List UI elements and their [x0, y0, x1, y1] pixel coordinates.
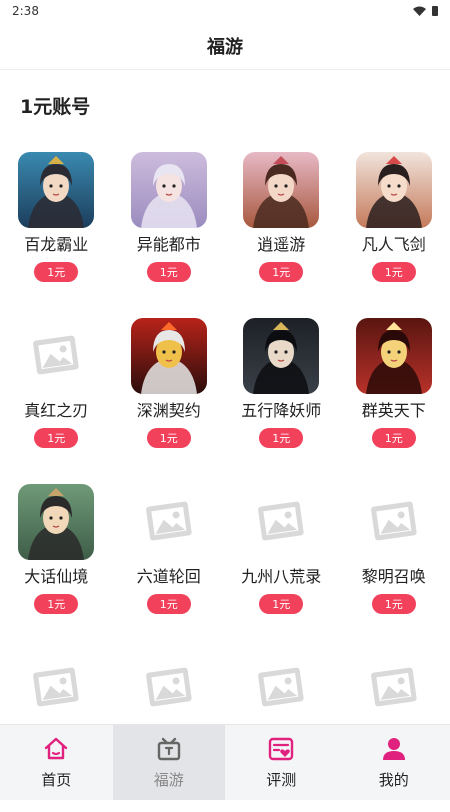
price-badge: 1元 — [147, 262, 191, 282]
nav-label: 福游 — [154, 769, 184, 790]
home-icon — [42, 735, 70, 763]
status-icons — [413, 6, 438, 16]
game-name: 九州八荒录 — [241, 566, 321, 588]
game-card[interactable]: 大话仙境 1元 — [0, 480, 113, 646]
price-badge: 1元 — [34, 428, 78, 448]
status-time: 2:38 — [12, 4, 39, 18]
nav-item-home[interactable]: 首页 — [0, 725, 113, 800]
game-art-icon[interactable] — [18, 152, 94, 228]
game-card[interactable]: 深渊契约 1元 — [113, 314, 226, 480]
page-title: 福游 — [207, 33, 243, 59]
price-badge: 1元 — [372, 262, 416, 282]
nav-label: 我的 — [379, 769, 409, 790]
game-art-icon[interactable] — [356, 152, 432, 228]
price-badge: 1元 — [34, 262, 78, 282]
game-name: 百龙霸业 — [24, 234, 88, 256]
nav-label: 首页 — [41, 769, 71, 790]
image-placeholder-icon[interactable] — [131, 650, 207, 726]
game-name: 五行降妖师 — [241, 400, 321, 422]
image-placeholder-icon[interactable] — [243, 650, 319, 726]
game-card[interactable]: 群英天下 1元 — [338, 314, 450, 480]
game-card[interactable]: 凡人飞剑 1元 — [338, 148, 450, 314]
user-icon — [380, 735, 408, 763]
nav-item-review[interactable]: 评测 — [225, 725, 338, 800]
image-placeholder-icon[interactable] — [131, 484, 207, 560]
game-art-icon[interactable] — [18, 484, 94, 560]
status-bar: 2:38 — [0, 0, 450, 22]
price-badge: 1元 — [259, 594, 303, 614]
price-badge: 1元 — [259, 262, 303, 282]
game-name: 凡人飞剑 — [362, 234, 426, 256]
price-badge: 1元 — [259, 428, 303, 448]
battery-icon — [432, 6, 438, 16]
wifi-icon — [413, 6, 426, 16]
price-badge: 1元 — [34, 594, 78, 614]
game-art-icon[interactable] — [131, 152, 207, 228]
game-name: 异能都市 — [137, 234, 201, 256]
game-card[interactable]: 逍遥游 1元 — [225, 148, 338, 314]
nav-item-mine[interactable]: 我的 — [338, 725, 450, 800]
game-card[interactable]: 真红之刃 1元 — [0, 314, 113, 480]
price-badge: 1元 — [147, 594, 191, 614]
game-name: 真红之刃 — [24, 400, 88, 422]
section-title: 1元账号 — [20, 92, 90, 119]
review-heart-icon — [267, 735, 295, 763]
title-bar: 福游 — [0, 22, 450, 70]
game-name: 六道轮回 — [137, 566, 201, 588]
price-badge: 1元 — [372, 594, 416, 614]
nav-label: 评测 — [266, 769, 296, 790]
image-placeholder-icon[interactable] — [356, 484, 432, 560]
game-name: 群英天下 — [362, 400, 426, 422]
nav-item-fuyou[interactable]: 福游 — [113, 725, 226, 800]
image-placeholder-icon[interactable] — [356, 650, 432, 726]
game-name: 大话仙境 — [24, 566, 88, 588]
image-placeholder-icon[interactable] — [18, 318, 94, 394]
game-card[interactable]: 异能都市 1元 — [113, 148, 226, 314]
game-art-icon[interactable] — [243, 318, 319, 394]
gift-box-icon — [155, 735, 183, 763]
image-placeholder-icon[interactable] — [243, 484, 319, 560]
price-badge: 1元 — [147, 428, 191, 448]
game-art-icon[interactable] — [131, 318, 207, 394]
game-art-icon[interactable] — [356, 318, 432, 394]
game-name: 深渊契约 — [137, 400, 201, 422]
game-card[interactable]: 黎明召唤 1元 — [338, 480, 450, 646]
bottom-nav: 首页 福游 评测 我的 — [0, 724, 450, 800]
image-placeholder-icon[interactable] — [18, 650, 94, 726]
price-badge: 1元 — [372, 428, 416, 448]
game-grid: 百龙霸业 1元 异能都市 1元 逍遥游 1元 凡人飞剑 1元 — [0, 148, 450, 812]
game-art-icon[interactable] — [243, 152, 319, 228]
game-card[interactable]: 五行降妖师 1元 — [225, 314, 338, 480]
game-name: 逍遥游 — [257, 234, 305, 256]
game-card[interactable]: 六道轮回 1元 — [113, 480, 226, 646]
game-card[interactable]: 百龙霸业 1元 — [0, 148, 113, 314]
game-name: 黎明召唤 — [362, 566, 426, 588]
game-card[interactable]: 九州八荒录 1元 — [225, 480, 338, 646]
